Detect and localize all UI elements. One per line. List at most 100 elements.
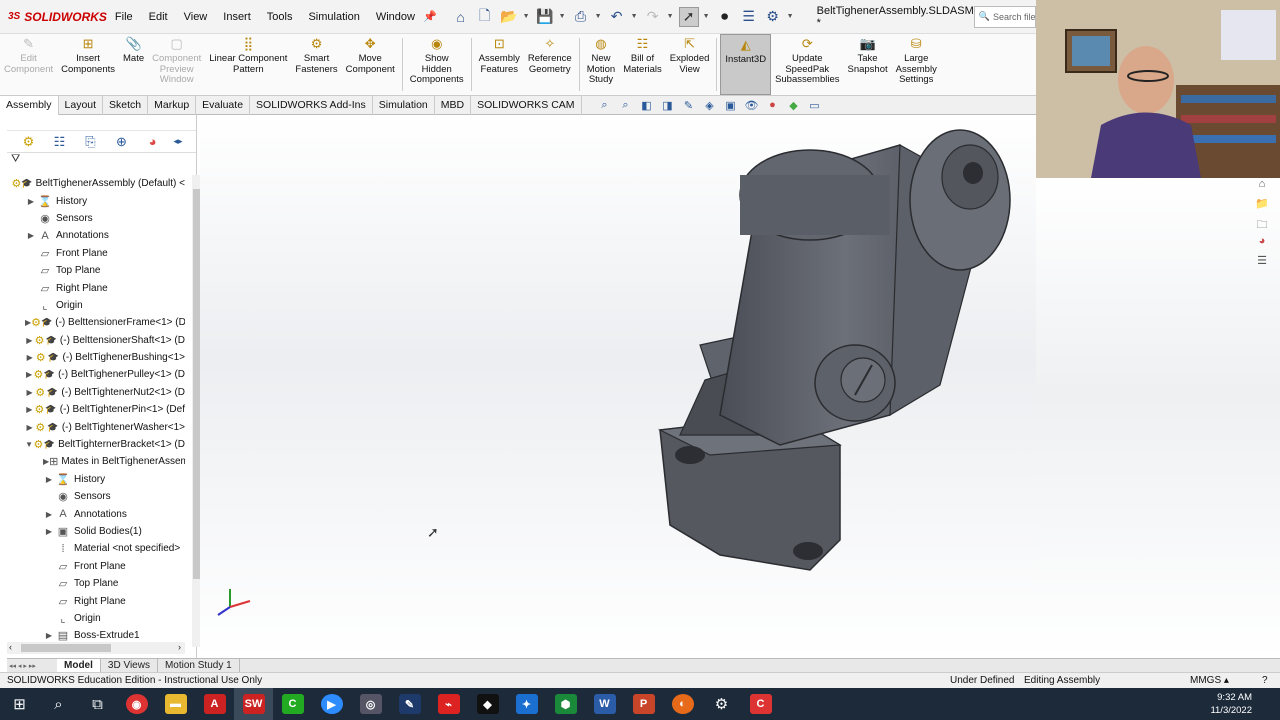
tab-simulation[interactable]: Simulation (373, 95, 435, 115)
new-document-icon[interactable]: 🗋 (475, 7, 495, 27)
design-library-icon[interactable]: 📁 (1254, 197, 1270, 212)
large-assembly-button[interactable]: ⛁ Large Assembly Settings (892, 34, 941, 95)
tree-item[interactable]: ▼ ⚙ 🎓 BeltTighternerBracket<1> (D (7, 436, 185, 453)
speedpak-button[interactable]: ⟳ Update SpeedPak Subassemblies (771, 34, 843, 95)
undo-dropdown-icon[interactable]: ▼ (631, 13, 639, 20)
assembly-features-button[interactable]: ⊡ Assembly Features (475, 34, 524, 95)
chevron-right-icon[interactable]: ▶ (25, 336, 34, 345)
insert-components-button[interactable]: ⊞ Insert Components (57, 34, 119, 95)
tree-item[interactable]: ⁞ Material <not specified> (7, 540, 185, 557)
acrobat-icon[interactable]: ⌁ (429, 688, 468, 720)
previous-view-icon[interactable]: ◧ (638, 99, 655, 114)
chevron-right-icon[interactable]: ▶ (43, 527, 55, 536)
units-selector[interactable]: MMGS ▴ (1190, 673, 1229, 688)
scene-icon[interactable]: ◆ (785, 99, 802, 114)
tree-item[interactable]: ▶ ⚙ 🎓 (-) BeltTightenerNut2<1> (D (7, 384, 185, 401)
firefox-icon[interactable]: ◐ (663, 688, 702, 720)
tab-markup[interactable]: Markup (148, 95, 197, 115)
bom-button[interactable]: ☷ Bill of Materials (619, 34, 666, 95)
tab-assembly[interactable]: Assembly (0, 95, 59, 115)
view-orientation-icon[interactable]: ◈ (701, 99, 718, 114)
menu-simulation[interactable]: Simulation (300, 0, 367, 34)
configuration-manager-tab-icon[interactable]: ⎘ (75, 134, 106, 150)
tab-solidworks-add-ins[interactable]: SOLIDWORKS Add-Ins (250, 95, 373, 115)
panel-nav-arrows-icon[interactable]: ◂▸ (168, 136, 188, 147)
task-view-icon[interactable]: ⧉ (78, 688, 117, 720)
view-settings-icon[interactable]: ▭ (806, 99, 823, 114)
scroll-left-icon[interactable]: ‹ (9, 642, 12, 652)
tab-model[interactable]: Model (57, 659, 101, 672)
tab-sketch[interactable]: Sketch (103, 95, 149, 115)
tree-item[interactable]: ▱ Front Plane (7, 558, 185, 575)
solidworks-logo[interactable]: 3S SOLIDWORKS (0, 10, 107, 24)
move-component-button[interactable]: ✥ Move Component (342, 34, 399, 95)
tree-item[interactable]: ▶ ⊞ Mates in BeltTighenerAssembl (7, 453, 185, 470)
zoom-to-area-icon[interactable]: ⌕ (617, 99, 634, 114)
gear-icon[interactable]: ⚙ (763, 7, 783, 27)
chevron-right-icon[interactable]: ▶ (25, 370, 33, 379)
tree-horizontal-scrollbar[interactable]: ‹ › (7, 642, 185, 654)
cube-app-icon[interactable]: ⬢ (546, 688, 585, 720)
camtasia-icon[interactable]: C (273, 688, 312, 720)
instant3d-button[interactable]: ◭ Instant3D (720, 34, 772, 95)
smart-fasteners-button[interactable]: ⚙ Smart Fasteners (291, 34, 341, 95)
tree-item[interactable]: ▶ ⚙ 🎓 (-) BelttensionerShaft<1> (D (7, 332, 185, 349)
property-manager-tab-icon[interactable]: ☷ (44, 134, 75, 150)
menu-file[interactable]: File (107, 0, 141, 34)
tab-solidworks-cam[interactable]: SOLIDWORKS CAM (471, 95, 582, 115)
display-manager-tab-icon[interactable]: ◕ (137, 134, 168, 149)
chevron-right-icon[interactable]: ▶ (43, 631, 55, 640)
display-style-icon[interactable]: ▣ (722, 99, 739, 114)
open-icon[interactable]: 📂 (499, 7, 519, 27)
custom-properties-icon[interactable]: ☰ (1254, 254, 1270, 269)
tree-item[interactable]: ▱ Top Plane (7, 575, 185, 592)
chevron-right-icon[interactable]: ▶ (43, 510, 55, 519)
camera-button[interactable]: 📷 Take Snapshot (843, 34, 891, 95)
pen-tool-icon[interactable]: ✎ (390, 688, 429, 720)
tree-item[interactable]: ▶ ⚙ 🎓 (-) BeltTightenerWasher<1> (7, 418, 185, 435)
powerpoint-icon[interactable]: P (624, 688, 663, 720)
undo-icon[interactable]: ↶ (607, 7, 627, 27)
appearances-icon[interactable]: ◕ (1254, 235, 1270, 250)
menu-edit[interactable]: Edit (141, 0, 176, 34)
save-icon[interactable]: 💾 (535, 7, 555, 27)
tab-3d-views[interactable]: 3D Views (101, 659, 158, 672)
autocad-icon[interactable]: A (195, 688, 234, 720)
chevron-down-icon[interactable]: ▼ (25, 440, 33, 449)
inkscape-icon[interactable]: ◆ (468, 688, 507, 720)
search-icon[interactable]: ⌕ (39, 688, 78, 720)
system-clock[interactable]: 9:32 AM 11/3/2022 (1210, 691, 1252, 717)
chevron-right-icon[interactable]: ▶ (25, 231, 37, 240)
home-icon[interactable]: ⌂ (451, 7, 471, 27)
tree-item[interactable]: ▶ ⚙ 🎓 (-) BeltTighenerBushing<1> (7, 349, 185, 366)
tab-evaluate[interactable]: Evaluate (196, 95, 251, 115)
solidworks-resources-icon[interactable]: ⌂ (1254, 178, 1270, 193)
dimxpert-tab-icon[interactable]: ⊕ (106, 134, 137, 150)
chevron-right-icon[interactable]: ▶ (25, 388, 34, 397)
tree-item[interactable]: ⌞ Origin (7, 610, 185, 627)
section-view-icon[interactable]: ◨ (659, 99, 676, 114)
tree-item[interactable]: ◉ Sensors (7, 488, 185, 505)
bracket-body[interactable] (657, 129, 1011, 571)
tree-item[interactable]: ▶ ▣ Solid Bodies(1) (7, 523, 185, 540)
chevron-right-icon[interactable]: ▶ (25, 197, 37, 206)
tree-item[interactable]: ▶ ⌛ History (7, 192, 185, 209)
zoom-icon[interactable]: ▶ (312, 688, 351, 720)
solidworks-taskbar-icon[interactable]: SW (234, 688, 273, 720)
tab-mbd[interactable]: MBD (435, 95, 472, 115)
belt-tensioner-model[interactable] (200, 115, 1036, 658)
tree-item[interactable]: ▶ ⚙ 🎓 (-) BeltTightenerPin<1> (Def (7, 401, 185, 418)
exploded-view-button[interactable]: ⇱ Exploded View (666, 34, 714, 95)
tree-item[interactable]: ⌞ Origin (7, 297, 185, 314)
hide-show-icon[interactable]: 👁 (743, 99, 760, 114)
tab-layout[interactable]: Layout (59, 95, 104, 115)
chevron-right-icon[interactable]: ▶ (25, 353, 34, 362)
filter-icon[interactable]: ⛛ (7, 153, 196, 169)
reference-geometry-button[interactable]: ✧ Reference Geometry (524, 34, 576, 95)
dynamic-annotation-icon[interactable]: ✎ (680, 99, 697, 114)
tree-item[interactable]: ▱ Front Plane (7, 245, 185, 262)
menu-view[interactable]: View (176, 0, 216, 34)
menu-tools[interactable]: Tools (259, 0, 301, 34)
file-properties-icon[interactable]: ☰ (739, 7, 759, 27)
windows-start-icon[interactable]: ⊞ (0, 688, 39, 720)
